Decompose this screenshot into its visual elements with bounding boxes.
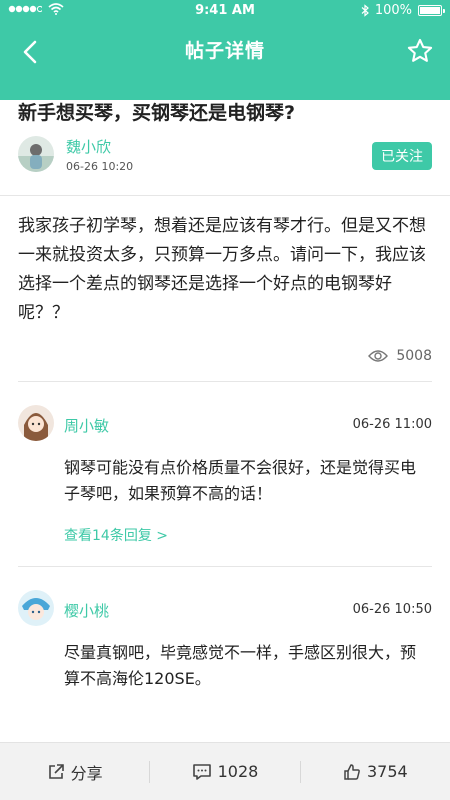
status-right: 100% [361,3,445,18]
app-header: 9:41 AM 100% 帖子详情 [0,0,450,100]
post-title: 新手想买琴，买钢琴还是电钢琴? [18,102,296,124]
thumbs-up-icon [344,763,360,780]
follow-button[interactable]: 已关注 [372,142,432,170]
favorite-button[interactable] [402,33,438,69]
comment-text: 钢琴可能没有点价格质量不会很好，还是觉得买电子琴吧，如果预算不高的话！ [64,458,417,503]
battery-percent: 100% [374,3,412,18]
like-button[interactable]: 3754 [301,762,450,781]
share-icon [48,763,64,779]
battery-icon [418,5,445,16]
commenter-avatar[interactable] [18,405,54,441]
comment-time: 06-26 10:50 [352,602,432,617]
post-time: 06-26 10:20 [66,160,134,173]
bluetooth-icon [361,4,369,17]
share-button[interactable]: 分享 [0,760,149,784]
commenter-name[interactable]: 周小敏 [64,415,109,436]
author-avatar[interactable] [18,136,54,172]
status-bar: 9:41 AM 100% [0,0,450,22]
share-label: 分享 [70,763,103,783]
author-name[interactable]: 魏小欣 [66,136,111,157]
view-count-value: 5008 [396,348,432,364]
page-title: 帖子详情 [184,40,265,62]
view-replies-link[interactable]: 查看14条回复 > [64,525,168,545]
eye-icon [368,350,389,362]
commenter-name[interactable]: 樱小桃 [64,600,109,621]
comment-divider [18,566,432,567]
commenter-avatar[interactable] [18,590,54,626]
bottom-action-bar: 分享 1028 3754 [0,742,450,800]
post-body: 我家孩子初学琴，想着还是应该有琴才行。但是又不想一来就投资太多，只预算一万多点。… [18,216,426,323]
like-count: 3754 [366,762,408,781]
star-icon [407,38,433,62]
view-count: 5008 [368,348,432,364]
comment-icon [192,763,211,780]
body-divider [18,381,432,382]
comment-time: 06-26 11:00 [352,417,432,432]
header-divider [0,195,450,196]
comment-count: 1028 [217,762,259,781]
comment-text: 尽量真钢吧，毕竟感觉不一样，手感区别很大，预算不高海伦120SE。 [64,643,417,688]
comment-button[interactable]: 1028 [150,762,299,781]
